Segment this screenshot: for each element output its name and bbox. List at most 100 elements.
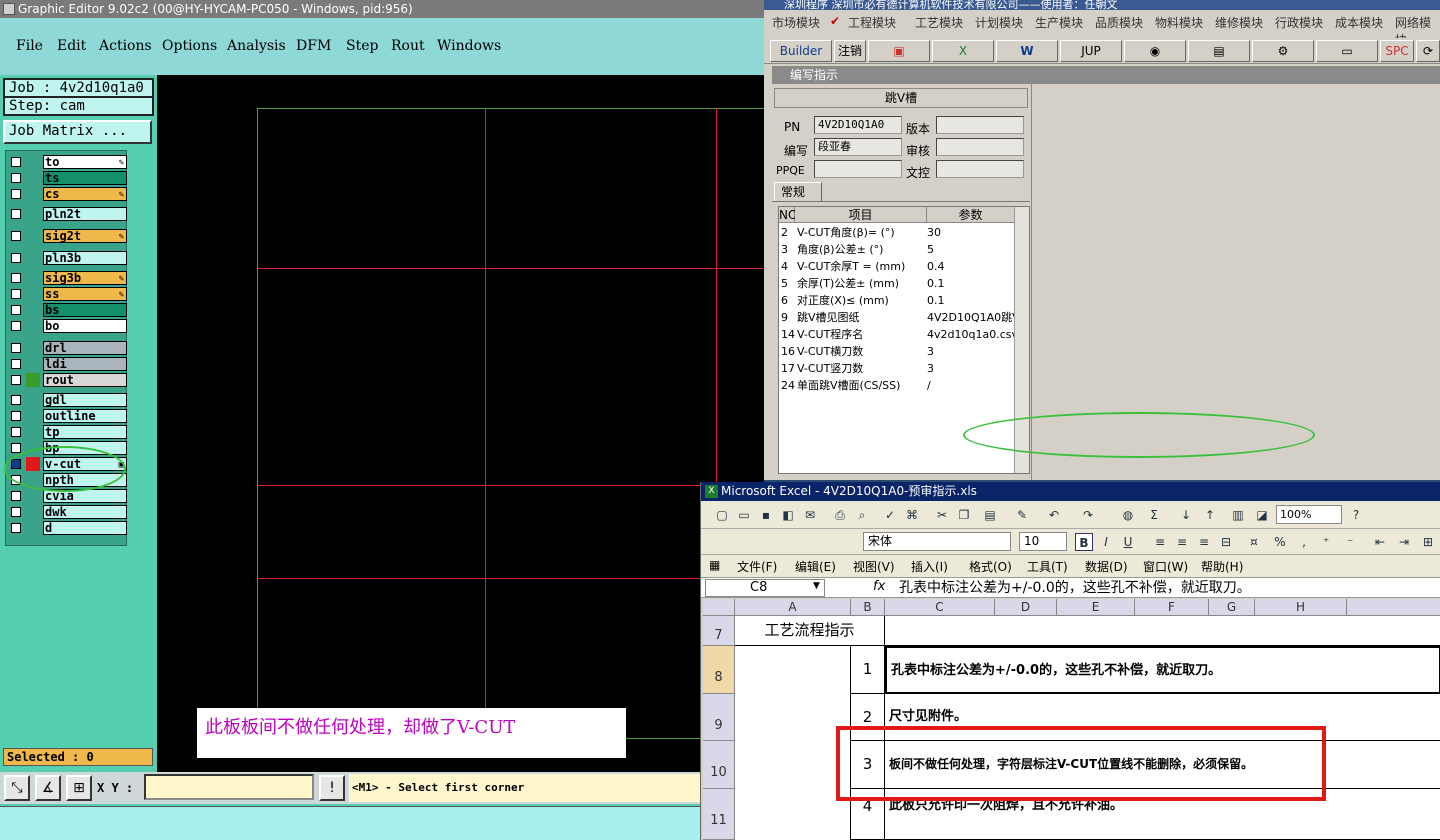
layer-checkbox[interactable] bbox=[11, 189, 21, 199]
xy-input[interactable] bbox=[144, 774, 314, 800]
layer-name[interactable]: rout bbox=[43, 373, 127, 387]
layer-row-ts[interactable]: ts bbox=[9, 171, 127, 185]
row-header[interactable]: 9 bbox=[703, 694, 735, 741]
font-name-select[interactable]: 宋体 bbox=[863, 532, 1011, 551]
permission-icon[interactable]: ◧ bbox=[779, 506, 797, 524]
open-icon[interactable]: ▭ bbox=[735, 506, 753, 524]
formula-input[interactable]: 孔表中标注公差为+/-0.0的，这些孔不补偿，就近取刀。 bbox=[899, 579, 1251, 597]
menu-step[interactable]: Step bbox=[346, 38, 378, 54]
cell[interactable] bbox=[885, 616, 1440, 646]
cut-icon[interactable]: ✂ bbox=[933, 506, 951, 524]
tab-general[interactable]: 常规 bbox=[774, 182, 822, 202]
menu-window[interactable]: 窗口(W) bbox=[1143, 558, 1188, 575]
menu-edit[interactable]: 编辑(E) bbox=[795, 558, 836, 575]
zoom-select[interactable]: 100% bbox=[1276, 505, 1342, 524]
jup-button[interactable]: JUP bbox=[1060, 40, 1122, 62]
percent-icon[interactable]: % bbox=[1271, 533, 1289, 551]
layer-checkbox[interactable] bbox=[11, 157, 21, 167]
column-header[interactable]: C bbox=[885, 599, 995, 616]
layer-name[interactable]: gdl bbox=[43, 393, 127, 407]
chart-wizard-icon[interactable]: ▥ bbox=[1229, 506, 1247, 524]
layer-row-bs[interactable]: bs bbox=[9, 303, 127, 317]
layer-name[interactable]: cs ✎ bbox=[43, 187, 127, 201]
layer-row-d[interactable]: d bbox=[9, 521, 127, 535]
layer-row-cs[interactable]: cs ✎ bbox=[9, 187, 127, 201]
merge-center-icon[interactable]: ⊟ bbox=[1217, 533, 1235, 551]
column-header[interactable]: A bbox=[735, 599, 851, 616]
param-row[interactable]: 14 V-CUT程序名 4v2d10q1a0.csv bbox=[779, 326, 1015, 343]
param-column-header[interactable]: NO bbox=[779, 207, 797, 223]
layer-row-drl[interactable]: drl bbox=[9, 341, 127, 355]
autosum-icon[interactable]: Σ bbox=[1145, 506, 1163, 524]
alert-icon[interactable]: ! bbox=[319, 775, 345, 801]
layer-row-pln3b[interactable]: pln3b bbox=[9, 251, 127, 265]
bold-icon[interactable]: B bbox=[1075, 533, 1093, 551]
menu-data[interactable]: 数据(D) bbox=[1085, 558, 1128, 575]
monitor-icon[interactable]: ▭ bbox=[1316, 40, 1378, 62]
ppt-icon[interactable]: ▣ bbox=[868, 40, 930, 62]
eye-icon[interactable]: ◉ bbox=[1124, 40, 1186, 62]
menu-actions[interactable]: Actions bbox=[99, 38, 152, 54]
graphics-canvas[interactable] bbox=[157, 75, 764, 772]
layer-name[interactable]: bs bbox=[43, 303, 127, 317]
layer-checkbox[interactable] bbox=[11, 321, 21, 331]
layer-checkbox[interactable] bbox=[11, 507, 21, 517]
job-matrix-button[interactable]: Job Matrix ... bbox=[3, 120, 152, 144]
corner-select-all[interactable] bbox=[703, 599, 735, 616]
worksheet-grid[interactable]: A B C D E F G H 7 8 9 10 11 工艺流程指示 1 孔表中… bbox=[703, 599, 1440, 840]
row-header[interactable]: 8 bbox=[703, 646, 735, 694]
module-quality[interactable]: 品质模块 bbox=[1095, 14, 1143, 31]
print-preview-icon[interactable]: ⌕ bbox=[853, 506, 871, 524]
instruction-cell-selected[interactable]: 孔表中标注公差为+/-0.0的，这些孔不补偿，就近取刀。 bbox=[885, 646, 1440, 694]
audit-field[interactable] bbox=[936, 138, 1024, 156]
module-production[interactable]: 生产模块 bbox=[1035, 14, 1083, 31]
column-header[interactable]: D bbox=[995, 599, 1057, 616]
word-icon[interactable]: W bbox=[996, 40, 1058, 62]
increase-indent-icon[interactable]: ⇥ bbox=[1395, 533, 1413, 551]
grid-icon[interactable]: ⊞ bbox=[66, 775, 92, 801]
param-row[interactable]: 5 余厚(T)公差± (mm) 0.1 bbox=[779, 275, 1015, 292]
layer-name[interactable]: ldi bbox=[43, 357, 127, 371]
layer-checkbox[interactable] bbox=[11, 305, 21, 315]
row-header[interactable]: 7 bbox=[703, 616, 735, 646]
layer-checkbox[interactable] bbox=[11, 173, 21, 183]
layer-row-dwk[interactable]: dwk bbox=[9, 505, 127, 519]
column-header[interactable]: G bbox=[1209, 599, 1255, 616]
layer-checkbox[interactable] bbox=[11, 289, 21, 299]
param-row[interactable]: 2 V-CUT角度(β)= (°) 30 bbox=[779, 224, 1015, 241]
layer-name[interactable]: pln3b bbox=[43, 251, 127, 265]
row-header[interactable]: 11 bbox=[703, 789, 735, 840]
layer-row-gdl[interactable]: gdl bbox=[9, 393, 127, 407]
param-column-header[interactable]: 项目 bbox=[795, 207, 927, 223]
format-painter-icon[interactable]: ✎ bbox=[1013, 506, 1031, 524]
param-row[interactable]: 6 对正度(X)≤ (mm) 0.1 bbox=[779, 292, 1015, 309]
layer-name[interactable]: tp bbox=[43, 425, 127, 439]
layer-row-sig2t[interactable]: sig2t ✎ bbox=[9, 229, 127, 243]
paste-icon[interactable]: ▤ bbox=[981, 506, 999, 524]
layer-row-pln2t[interactable]: pln2t bbox=[9, 207, 127, 221]
layer-name[interactable]: sig2t ✎ bbox=[43, 229, 127, 243]
redo-icon[interactable]: ↷ bbox=[1079, 506, 1097, 524]
font-size-select[interactable]: 10 bbox=[1019, 532, 1067, 551]
cell[interactable] bbox=[735, 646, 851, 840]
menu-options[interactable]: Options bbox=[162, 38, 217, 54]
layer-checkbox[interactable] bbox=[11, 491, 21, 501]
drawing-icon[interactable]: ◪ bbox=[1253, 506, 1271, 524]
excel-icon[interactable]: X bbox=[932, 40, 994, 62]
layer-row-sig3b[interactable]: sig3b ✎ bbox=[9, 271, 127, 285]
layer-name[interactable]: d bbox=[43, 521, 127, 535]
measure-icon[interactable]: ∡ bbox=[35, 775, 61, 801]
email-icon[interactable]: ✉ bbox=[801, 506, 819, 524]
borders-icon[interactable]: ⊞ bbox=[1419, 533, 1437, 551]
column-header[interactable] bbox=[1347, 599, 1440, 616]
spc-button[interactable]: SPC bbox=[1380, 40, 1414, 62]
menu-help[interactable]: 帮助(H) bbox=[1201, 558, 1243, 575]
logout-button[interactable]: 注销 bbox=[834, 40, 866, 62]
align-right-icon[interactable]: ≡ bbox=[1195, 533, 1213, 551]
layer-name[interactable]: sig3b ✎ bbox=[43, 271, 127, 285]
align-center-icon[interactable]: ≡ bbox=[1173, 533, 1191, 551]
layer-name[interactable]: to ✎ bbox=[43, 155, 127, 169]
param-row[interactable]: 4 V-CUT余厚T = (mm) 0.4 bbox=[779, 258, 1015, 275]
layer-name[interactable]: bo bbox=[43, 319, 127, 333]
column-header[interactable]: E bbox=[1057, 599, 1135, 616]
